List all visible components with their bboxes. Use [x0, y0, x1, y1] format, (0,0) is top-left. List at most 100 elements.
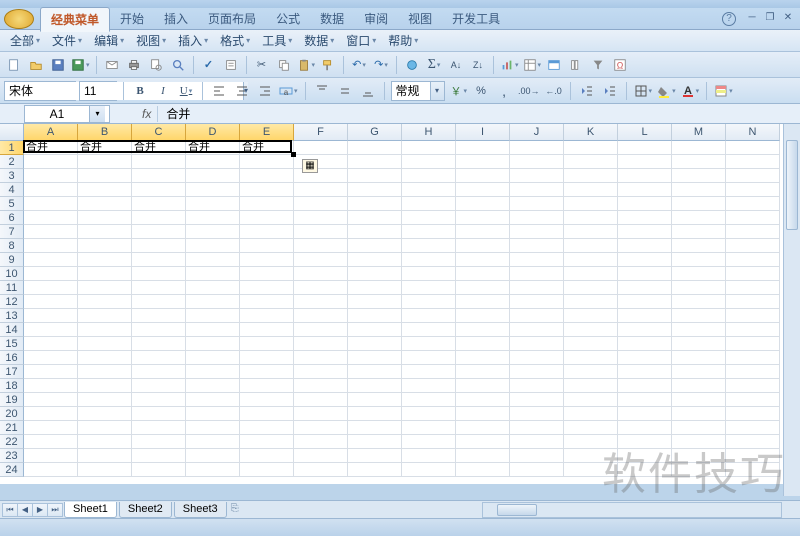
- cell[interactable]: [132, 351, 186, 365]
- cell[interactable]: [240, 463, 294, 477]
- cell[interactable]: [618, 351, 672, 365]
- cell[interactable]: [726, 463, 780, 477]
- column-header[interactable]: A: [24, 124, 78, 141]
- cell[interactable]: [510, 463, 564, 477]
- cell[interactable]: [24, 281, 78, 295]
- cell[interactable]: [564, 295, 618, 309]
- cell[interactable]: [456, 323, 510, 337]
- row-header[interactable]: 11: [0, 281, 24, 295]
- scroll-thumb[interactable]: [786, 140, 798, 230]
- cell[interactable]: [186, 407, 240, 421]
- cell[interactable]: [186, 253, 240, 267]
- cell[interactable]: [672, 379, 726, 393]
- align-left-button[interactable]: [209, 81, 229, 101]
- cell[interactable]: [564, 225, 618, 239]
- cell[interactable]: [78, 211, 132, 225]
- name-box-input[interactable]: [25, 107, 89, 121]
- row-header[interactable]: 17: [0, 365, 24, 379]
- redo-button[interactable]: ↷▾: [371, 55, 391, 75]
- cut-button[interactable]: ✂: [252, 55, 272, 75]
- cell[interactable]: [726, 281, 780, 295]
- ribbon-tab-review[interactable]: 审阅: [354, 7, 398, 30]
- cell[interactable]: [456, 239, 510, 253]
- number-format-combo[interactable]: ▾: [391, 81, 445, 101]
- cell[interactable]: [564, 239, 618, 253]
- menu-view[interactable]: 视图▾: [132, 30, 170, 51]
- cell[interactable]: [132, 197, 186, 211]
- cell[interactable]: [24, 211, 78, 225]
- select-all-corner[interactable]: [0, 124, 24, 141]
- column-header[interactable]: H: [402, 124, 456, 141]
- row-header[interactable]: 22: [0, 435, 24, 449]
- cell[interactable]: [132, 225, 186, 239]
- cell[interactable]: [240, 155, 294, 169]
- menu-tools[interactable]: 工具▾: [258, 30, 296, 51]
- hyperlink-button[interactable]: [402, 55, 422, 75]
- cell[interactable]: [132, 239, 186, 253]
- borders-button[interactable]: ▾: [633, 81, 654, 101]
- new-sheet-button[interactable]: ⎘: [231, 503, 249, 517]
- cell[interactable]: [726, 421, 780, 435]
- cell[interactable]: [24, 169, 78, 183]
- cell[interactable]: [78, 253, 132, 267]
- cell[interactable]: [456, 435, 510, 449]
- cell[interactable]: [294, 435, 348, 449]
- cell[interactable]: [294, 281, 348, 295]
- cell[interactable]: [78, 155, 132, 169]
- cell[interactable]: [456, 379, 510, 393]
- cell[interactable]: [618, 267, 672, 281]
- cell[interactable]: [132, 449, 186, 463]
- column-header[interactable]: F: [294, 124, 348, 141]
- cell[interactable]: [240, 253, 294, 267]
- formula-input[interactable]: [166, 107, 666, 121]
- cell[interactable]: [456, 407, 510, 421]
- restore-button[interactable]: ❐: [762, 12, 778, 26]
- office-button[interactable]: [4, 9, 34, 29]
- cell[interactable]: [402, 435, 456, 449]
- sheet-tab[interactable]: Sheet1: [64, 502, 117, 518]
- row-header[interactable]: 9: [0, 253, 24, 267]
- cell[interactable]: [564, 253, 618, 267]
- comma-button[interactable]: ,: [494, 81, 514, 101]
- column-header[interactable]: N: [726, 124, 780, 141]
- cell[interactable]: [132, 379, 186, 393]
- cell[interactable]: [186, 323, 240, 337]
- menu-window[interactable]: 窗口▾: [342, 30, 380, 51]
- cell[interactable]: [348, 211, 402, 225]
- cell[interactable]: [726, 183, 780, 197]
- cell[interactable]: [186, 281, 240, 295]
- cell[interactable]: [132, 337, 186, 351]
- cell[interactable]: [618, 421, 672, 435]
- increase-indent-button[interactable]: [600, 81, 620, 101]
- cell[interactable]: [510, 379, 564, 393]
- cell[interactable]: [726, 379, 780, 393]
- cell[interactable]: [402, 281, 456, 295]
- cell[interactable]: [456, 449, 510, 463]
- cell[interactable]: [78, 281, 132, 295]
- cell[interactable]: [294, 393, 348, 407]
- cell[interactable]: [132, 211, 186, 225]
- cell[interactable]: [618, 225, 672, 239]
- cell[interactable]: [402, 365, 456, 379]
- percent-button[interactable]: %: [471, 81, 491, 101]
- cell[interactable]: [132, 183, 186, 197]
- cell[interactable]: [510, 309, 564, 323]
- cell[interactable]: [564, 365, 618, 379]
- cell[interactable]: [456, 351, 510, 365]
- cell[interactable]: [672, 211, 726, 225]
- cell[interactable]: [618, 281, 672, 295]
- cell[interactable]: [564, 281, 618, 295]
- cell[interactable]: [672, 141, 726, 155]
- row-header[interactable]: 23: [0, 449, 24, 463]
- cell[interactable]: [510, 225, 564, 239]
- column-header[interactable]: B: [78, 124, 132, 141]
- column-header[interactable]: I: [456, 124, 510, 141]
- currency-button[interactable]: ￥▾: [448, 81, 469, 101]
- cell[interactable]: [240, 309, 294, 323]
- cell[interactable]: [618, 435, 672, 449]
- scroll-thumb[interactable]: [497, 504, 537, 516]
- cell[interactable]: [726, 323, 780, 337]
- cell[interactable]: [618, 295, 672, 309]
- cell[interactable]: [564, 267, 618, 281]
- cell[interactable]: [78, 323, 132, 337]
